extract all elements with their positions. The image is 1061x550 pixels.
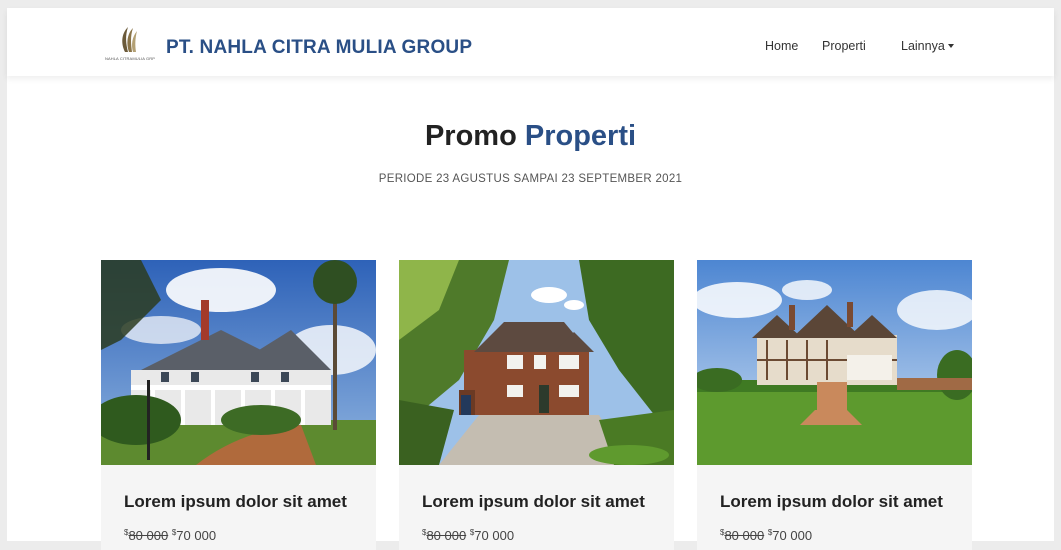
property-photo-mansion[interactable] (101, 260, 376, 465)
property-card[interactable]: Lorem ipsum dolor sit amet $80 000 $70 0… (101, 260, 376, 550)
logo-leaf-icon (122, 27, 137, 52)
nav-dropdown-lainnya[interactable]: Lainnya (901, 39, 954, 53)
navbar: NAHLA CITRAMULIA GRP PT. NAHLA CITRA MUL… (7, 8, 1054, 76)
property-photo-tudor-manor[interactable] (697, 260, 972, 465)
card-title[interactable]: Lorem ipsum dolor sit amet (422, 492, 645, 512)
caret-down-icon (947, 44, 954, 48)
property-card[interactable]: Lorem ipsum dolor sit amet $80 000 $70 0… (697, 260, 972, 550)
page-title: Promo Properti (7, 120, 1054, 153)
card-title[interactable]: Lorem ipsum dolor sit amet (124, 492, 347, 512)
nav-dropdown-label: Lainnya (901, 39, 945, 53)
nav-link-home[interactable]: Home (765, 39, 798, 53)
page: NAHLA CITRAMULIA GRP PT. NAHLA CITRA MUL… (7, 8, 1054, 550)
brand-name[interactable]: PT. NAHLA CITRA MULIA GROUP (166, 37, 472, 59)
nav-link-properti[interactable]: Properti (822, 39, 866, 53)
card-title[interactable]: Lorem ipsum dolor sit amet (720, 492, 943, 512)
page-title-plain: Promo (424, 120, 517, 152)
promo-period: PERIODE 23 AGUSTUS SAMPAI 23 SEPTEMBER 2… (378, 173, 683, 185)
property-photo-brick-house[interactable] (399, 260, 674, 465)
page-title-accent: Properti (524, 120, 637, 152)
company-logo[interactable]: NAHLA CITRAMULIA GRP (101, 24, 159, 64)
property-card[interactable]: Lorem ipsum dolor sit amet $80 000 $70 0… (399, 260, 674, 550)
logo-caption: NAHLA CITRAMULIA GRP (104, 56, 155, 61)
